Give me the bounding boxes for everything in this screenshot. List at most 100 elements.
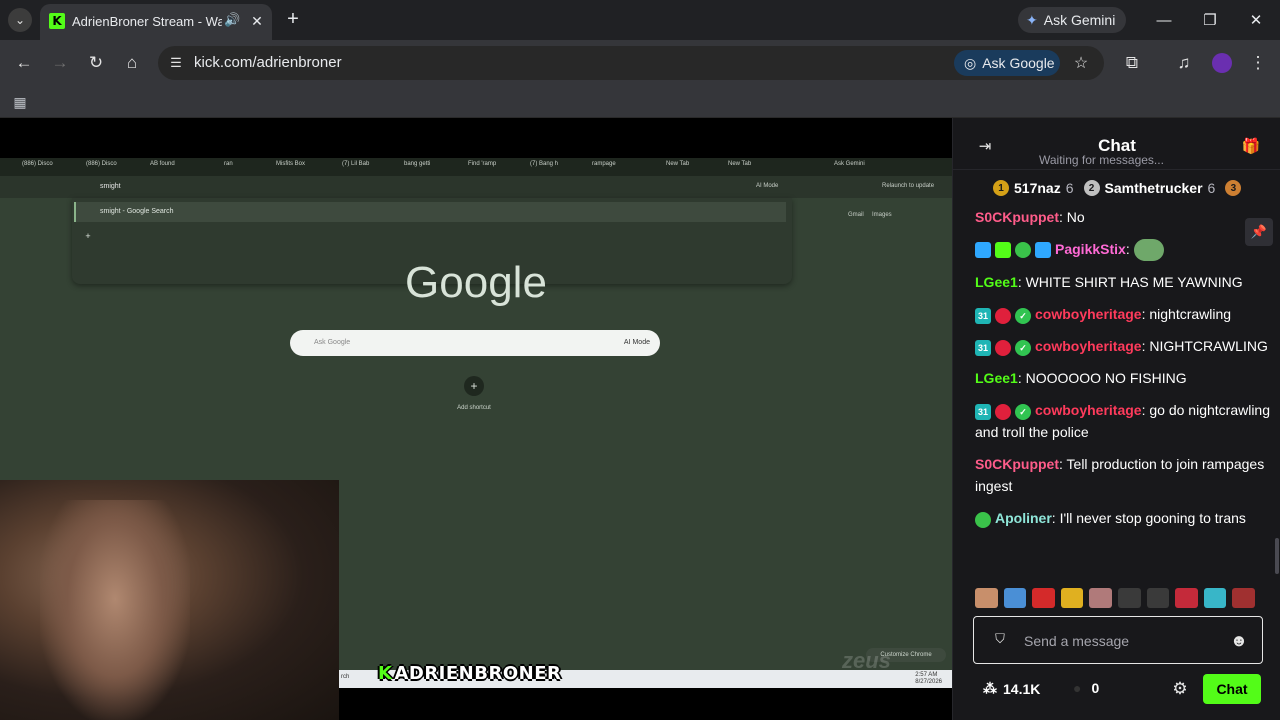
ask-gemini-label: Ask Gemini — [1043, 12, 1116, 28]
verified-badge-icon: ✓ — [1015, 339, 1031, 356]
chat-username[interactable]: Apoliner — [995, 510, 1052, 526]
browser-tab-active[interactable]: K AdrienBroner Stream - Watch 🔊 ✕ — [40, 4, 272, 40]
shared-search-box: Ask Google AI Mode — [290, 330, 660, 356]
chat-message: 31 ✓ cowboyheritage: go do nightcrawling a… — [975, 402, 1271, 441]
viewers-icon: ⁂ — [983, 680, 997, 696]
chat-username[interactable]: cowboyheritage — [1035, 402, 1142, 418]
shared-taskbar-time: 2:57 AM — [915, 672, 938, 678]
chat-username[interactable]: S0CKpuppet — [975, 456, 1059, 472]
ask-gemini-button[interactable]: ✦ Ask Gemini — [1018, 7, 1126, 33]
shared-add-shortcut-label: Add shortcut — [457, 405, 491, 411]
ask-google-button[interactable]: ◎ Ask Google — [954, 50, 1060, 76]
chat-text: nightcrawling — [1149, 306, 1232, 323]
chat-header: ⇥ Chat Waiting for messages... 🎁 — [953, 118, 1280, 170]
quick-emote-bar — [975, 588, 1255, 610]
badge-icon — [1015, 242, 1031, 259]
more-menu-icon[interactable]: ⋮ — [1246, 51, 1270, 75]
chat-username[interactable]: S0CKpuppet — [975, 209, 1059, 225]
emote-icon[interactable] — [1032, 588, 1055, 608]
leaderboard-name: Samthetrucker — [1104, 180, 1203, 196]
leaderboard-entry[interactable]: 3 — [1225, 180, 1242, 196]
shared-tab: Misfits Box — [276, 161, 306, 167]
home-icon[interactable]: ⌂ — [120, 51, 144, 75]
url-text[interactable]: kick.com/adrienbroner — [194, 54, 342, 71]
badge-icon — [975, 242, 991, 259]
tab-close-icon[interactable]: ✕ — [248, 12, 266, 30]
chat-scrollbar[interactable] — [1275, 538, 1279, 574]
shared-tab: (886) Disco — [86, 161, 117, 167]
webcam-overlay — [0, 480, 339, 720]
emote-icon[interactable] — [1175, 588, 1198, 608]
kick-logo-icon: K — [378, 662, 393, 684]
shared-search-ai-mode: AI Mode — [623, 339, 650, 346]
kick-page: (886) Disco (886) Disco AB found ran Mis… — [0, 118, 1280, 720]
shared-tab: AB found — [150, 161, 175, 167]
chat-username[interactable]: LGee1 — [975, 370, 1018, 386]
leaderboard-count: 6 — [1065, 180, 1074, 196]
emoji-icon[interactable]: ☻ — [1228, 630, 1250, 652]
leaderboard-entry[interactable]: 2 Samthetrucker 6 — [1083, 180, 1216, 196]
chat-text: WHITE SHIRT HAS ME YAWNING — [1025, 274, 1243, 291]
tab-title: AdrienBroner Stream - Watch — [72, 14, 222, 29]
streamer-name: ADRIENBRONER — [394, 662, 562, 684]
emote-icon[interactable] — [1146, 588, 1170, 608]
leaderboard-count: 6 — [1207, 180, 1216, 196]
emote-icon[interactable] — [1089, 588, 1112, 608]
chat-text: No — [1066, 209, 1085, 225]
channel-points[interactable]: ● 0 — [1073, 680, 1099, 696]
rank-badge: 2 — [1083, 180, 1100, 196]
emote-icon[interactable] — [1117, 588, 1141, 608]
reload-icon[interactable]: ↻ — [84, 51, 108, 75]
chat-username[interactable]: PagikkStix — [1055, 241, 1126, 257]
site-info-icon[interactable]: ☰ — [166, 53, 186, 73]
gear-icon[interactable]: ⚙ — [1169, 678, 1191, 700]
back-arrow-icon[interactable]: ← — [12, 51, 36, 75]
shared-gmail: Gmail — [848, 212, 864, 218]
window-close-button[interactable]: ✕ — [1244, 8, 1268, 32]
chat-input-box[interactable]: ⛉ ☻ — [973, 616, 1263, 664]
forward-arrow-icon[interactable]: → — [48, 51, 72, 75]
shared-tab: ran — [224, 161, 233, 167]
chat-username[interactable]: LGee1 — [975, 274, 1018, 290]
emote-icon[interactable] — [1232, 588, 1255, 608]
chat-username[interactable]: cowboyheritage — [1035, 306, 1142, 322]
leaderboard-entry[interactable]: 1 517naz 6 — [993, 180, 1074, 196]
chat-message: LGee1: NOOOOOO NO FISHING — [975, 370, 1187, 387]
tab-search-button[interactable]: ⌄ — [8, 8, 32, 32]
shared-google-logo: Google — [405, 258, 547, 307]
chat-message-input[interactable] — [1024, 631, 1224, 651]
address-bar[interactable]: ☰ kick.com/adrienbroner ◎ Ask Google ☆ — [158, 46, 1104, 80]
new-tab-button[interactable]: + — [282, 8, 304, 30]
profile-avatar[interactable] — [1210, 51, 1234, 75]
media-controls-icon[interactable]: ♫ — [1172, 51, 1196, 75]
points-value: 0 — [1091, 680, 1100, 696]
emote-icon[interactable] — [1203, 588, 1227, 608]
minimize-button[interactable]: — — [1152, 8, 1176, 32]
chat-text: NIGHTCRAWLING — [1149, 338, 1268, 355]
shared-tab-strip: (886) Disco (886) Disco AB found ran Mis… — [0, 158, 952, 176]
speaker-icon[interactable]: 🔊 — [224, 12, 240, 28]
shared-relaunch: Relaunch to update — [882, 183, 935, 189]
restore-button[interactable]: ❐ — [1198, 8, 1222, 32]
apps-grid-icon[interactable]: ▦ — [10, 92, 30, 112]
emote-icon[interactable] — [1060, 588, 1084, 608]
send-chat-button[interactable]: Chat — [1203, 674, 1261, 704]
emote-icon[interactable] — [1003, 588, 1027, 608]
chat-panel: ⇥ Chat Waiting for messages... 🎁 1 517na… — [952, 118, 1280, 720]
gift-icon[interactable]: 🎁 — [1241, 136, 1261, 156]
badge-icon — [1035, 242, 1051, 259]
points-icon: ● — [1073, 680, 1082, 696]
shared-suggestion: smight - Google Search — [74, 202, 786, 222]
chat-text: NOOOOOO NO FISHING — [1025, 370, 1187, 387]
chat-message: S0CKpuppet: Tell production to join ramp… — [975, 456, 1265, 495]
shared-omnibox: smight — [100, 183, 121, 190]
extensions-icon[interactable]: ⧉ — [1120, 51, 1144, 75]
chat-username[interactable]: cowboyheritage — [1035, 338, 1142, 354]
video-player[interactable]: (886) Disco (886) Disco AB found ran Mis… — [0, 118, 952, 720]
chat-message: PagikkStix: — [975, 238, 1271, 262]
bookmark-star-icon[interactable]: ☆ — [1070, 52, 1092, 74]
emote-icon[interactable] — [975, 588, 998, 608]
chat-message: S0CKpuppet: No — [975, 209, 1085, 225]
rank-badge: 3 — [1225, 180, 1242, 196]
viewer-count-value: 14.1K — [1003, 680, 1041, 697]
